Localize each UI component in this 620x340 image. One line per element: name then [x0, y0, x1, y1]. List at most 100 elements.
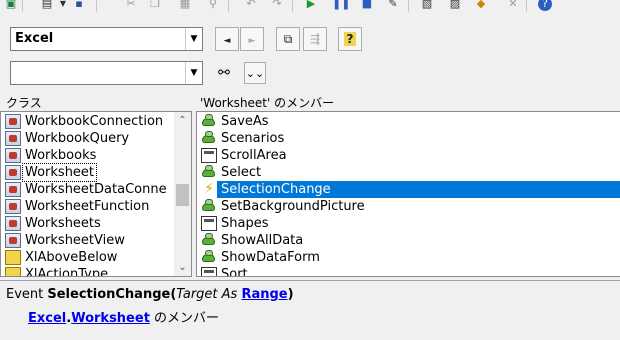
class-item[interactable]: WorksheetDataConne	[1, 181, 191, 198]
forward-arrow-icon: ►	[248, 36, 256, 46]
find-icon[interactable]: ⚲	[206, 0, 220, 11]
method-icon	[201, 250, 217, 265]
insert-module-icon[interactable]: ▤	[40, 0, 54, 11]
redo-icon[interactable]: ↷	[270, 0, 284, 11]
paste-icon[interactable]: ▦	[178, 0, 192, 11]
toolbar-separator	[228, 0, 229, 12]
member-item[interactable]: Sort	[197, 266, 620, 277]
class-item[interactable]: Worksheets	[1, 215, 191, 232]
library-value: Excel	[15, 31, 54, 46]
member-item[interactable]: Select	[197, 164, 620, 181]
classes-list[interactable]: XlActionType XlAboveBelow WorksheetView Wor…	[0, 111, 192, 277]
scrollbar-thumb[interactable]	[176, 184, 189, 206]
member-item[interactable]: ShowDataForm	[197, 249, 620, 266]
signature-close-paren: )	[287, 287, 294, 302]
copy-icon[interactable]: ❐	[148, 0, 162, 11]
member-item[interactable]: SetBackgroundPicture	[197, 198, 620, 215]
search-dropdown[interactable]: ▼	[10, 61, 203, 85]
member-item-label: ShowDataForm	[221, 250, 320, 265]
cut-icon[interactable]: ✂	[124, 0, 138, 11]
class-item-label: WorkbookConnection	[25, 114, 164, 129]
method-icon	[201, 233, 217, 248]
member-item-label: ShowAllData	[221, 233, 304, 248]
undo-icon[interactable]: ↶	[244, 0, 258, 11]
member-item-label: Sort	[221, 267, 248, 277]
class-item[interactable]: XlAboveBelow	[1, 249, 191, 266]
toolbar-separator	[292, 0, 293, 12]
properties-icon[interactable]: ▨	[448, 0, 462, 11]
signature-param: Target As	[176, 287, 242, 302]
excel-icon[interactable]: ▣	[4, 0, 18, 11]
search-button[interactable]: ⚯	[213, 62, 235, 84]
class-item-label: Worksheets	[25, 216, 101, 231]
copy-to-clipboard-button[interactable]: ⧉	[276, 27, 300, 51]
property-icon	[201, 148, 217, 163]
member-item[interactable]: ShowAllData	[197, 232, 620, 249]
run-icon[interactable]: ▶	[304, 0, 318, 11]
help-button[interactable]: ?	[338, 27, 362, 51]
members-label: 'Worksheet' のメンバー	[200, 96, 335, 110]
scroll-down-icon[interactable]: ⌄	[174, 259, 191, 276]
class-link[interactable]: Worksheet	[71, 311, 150, 326]
class-item[interactable]: WorksheetFunction	[1, 198, 191, 215]
member-item-label: SetBackgroundPicture	[221, 199, 365, 214]
member-item[interactable]: SaveAs	[197, 113, 620, 130]
help-icon[interactable]: ?	[538, 0, 552, 11]
method-icon	[201, 114, 217, 129]
class-item[interactable]: Workbooks	[1, 147, 191, 164]
view-definition-icon: ⇶	[309, 32, 321, 46]
library-dropdown[interactable]: Excel ▼	[10, 27, 203, 51]
library-link[interactable]: Excel	[28, 311, 66, 326]
classes-scrollbar[interactable]: ⌃ ⌄	[174, 112, 191, 276]
design-mode-icon[interactable]: ✎	[386, 0, 400, 11]
save-icon[interactable]: ▪	[72, 0, 86, 11]
chevron-down-icon[interactable]: ▼	[185, 28, 202, 50]
members-list[interactable]: SaveAs Scenarios ScrollArea Select ⚡ Selectio…	[196, 111, 620, 277]
class-icon	[5, 182, 21, 197]
toolbox-icon[interactable]: ✕	[506, 0, 520, 11]
signature-kind: Event	[6, 287, 48, 302]
view-definition-button[interactable]: ⇶	[303, 27, 327, 51]
class-icon	[5, 148, 21, 163]
toolbar-separator	[22, 0, 23, 12]
class-icon	[5, 216, 21, 231]
reset-icon[interactable]: ■	[360, 0, 374, 11]
classes-label: クラス	[6, 96, 42, 110]
method-icon	[201, 165, 217, 180]
chevron-down-icon[interactable]: ▼	[185, 62, 202, 84]
class-icon	[5, 165, 21, 180]
object-browser-icon[interactable]: ◆	[474, 0, 488, 11]
forward-button[interactable]: ►	[240, 27, 264, 51]
standard-toolbar: ▣ ▤ ▼ ▪ ✂ ❐ ▦ ⚲ ↶ ↷ ▶ ❚❚ ■ ✎ ▧ ▨ ◆ ✕ ?	[0, 0, 620, 14]
class-item-label: WorksheetView	[25, 233, 125, 248]
project-explorer-icon[interactable]: ▧	[420, 0, 434, 11]
member-item[interactable]: Shapes	[197, 215, 620, 232]
method-icon	[201, 199, 217, 214]
details-pane: Event SelectionChange(Target As Range) E…	[0, 280, 620, 340]
member-item[interactable]: Scenarios	[197, 130, 620, 147]
class-item[interactable]: WorkbookConnection	[1, 113, 191, 130]
break-icon[interactable]: ❚❚	[332, 0, 350, 11]
member-item-label: Shapes	[221, 216, 269, 231]
property-icon	[201, 267, 217, 276]
toolbar-separator	[96, 0, 97, 12]
member-item[interactable]: ScrollArea	[197, 147, 620, 164]
class-item-label: Workbooks	[25, 148, 97, 163]
back-button[interactable]: ◄	[215, 27, 239, 51]
member-item[interactable]: ⚡ SelectionChange	[197, 181, 620, 198]
property-icon	[201, 216, 217, 231]
class-item[interactable]: Worksheet	[1, 163, 191, 182]
dropdown-arrow-icon[interactable]: ▼	[56, 0, 70, 11]
class-item[interactable]: XlActionType	[1, 266, 191, 276]
copy-icon: ⧉	[283, 32, 293, 46]
member-item-label: SelectionChange	[217, 181, 620, 198]
member-of: Excel.Worksheet のメンバー	[28, 307, 219, 326]
show-search-results-button[interactable]: ⌄⌄	[244, 62, 266, 84]
param-type-link[interactable]: Range	[241, 287, 287, 302]
scroll-up-icon[interactable]: ⌃	[174, 112, 191, 129]
member-item-label: Scenarios	[221, 131, 285, 146]
help-icon: ?	[343, 32, 357, 46]
class-item[interactable]: WorksheetView	[1, 232, 191, 249]
class-icon	[5, 199, 21, 214]
class-item[interactable]: WorkbookQuery	[1, 130, 191, 147]
